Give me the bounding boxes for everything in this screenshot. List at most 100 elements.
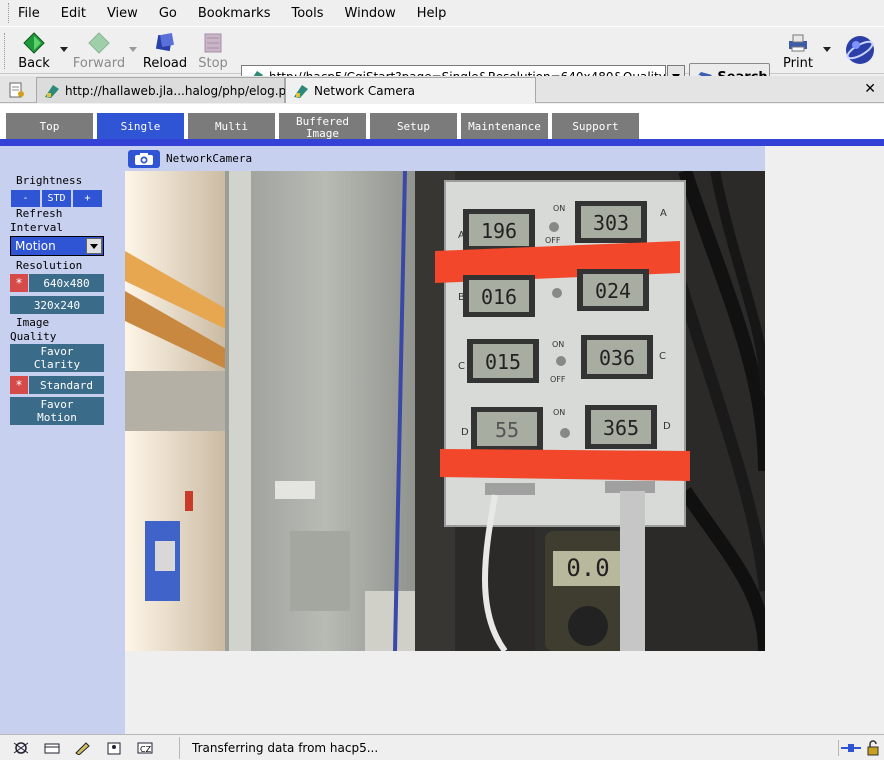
page-icon <box>294 84 308 98</box>
interval-label: Interval <box>10 221 63 234</box>
print-button[interactable]: Print <box>781 31 815 71</box>
meter-a-left: 196 <box>481 219 517 243</box>
forward-button[interactable]: Forward <box>72 31 126 71</box>
res-320-label: 320x240 <box>33 298 81 312</box>
tab-multi[interactable]: Multi <box>188 113 275 140</box>
print-options-arrow[interactable] <box>823 47 831 52</box>
back-history-arrow[interactable] <box>60 47 68 52</box>
back-icon <box>23 32 45 54</box>
security-lock-icon[interactable] <box>864 740 882 756</box>
meter-b-right: 024 <box>595 279 631 303</box>
tab-network-camera[interactable]: Network Camera <box>285 77 536 103</box>
favor-motion-button[interactable]: Favor Motion <box>10 397 104 425</box>
brightness-plus-button[interactable]: + <box>73 190 102 207</box>
chat-icon[interactable]: CZ <box>136 740 154 756</box>
plus-label: + <box>84 193 91 204</box>
menu-go[interactable]: Go <box>159 6 177 21</box>
print-label: Print <box>783 56 813 71</box>
resolution-640-button[interactable]: 640x480 <box>29 274 104 292</box>
standard-label: Standard <box>40 378 93 392</box>
close-tab-icon[interactable]: ✕ <box>864 81 876 97</box>
reload-button[interactable]: Reload <box>143 31 187 71</box>
toolbar-grip <box>4 33 8 69</box>
row-c-label-right: C <box>659 351 666 362</box>
tab-top[interactable]: Top <box>6 113 93 140</box>
menu-help[interactable]: Help <box>417 6 447 21</box>
brightness-minus-button[interactable]: - <box>11 190 40 207</box>
menu-grip <box>8 3 12 23</box>
favor-clarity-label-2: Clarity <box>33 358 81 371</box>
tab-support-label: Support <box>572 119 619 133</box>
forward-history-arrow[interactable] <box>129 47 137 52</box>
tab-setup-label: Setup <box>396 119 431 133</box>
selected-marker: * <box>10 274 28 292</box>
reload-label: Reload <box>142 56 188 71</box>
switch-d-on: ON <box>553 408 565 417</box>
quality-label: Quality <box>10 330 57 343</box>
standard-quality-button[interactable]: Standard <box>29 376 104 394</box>
stop-icon <box>204 33 222 53</box>
row-a-label-right: A <box>660 208 667 219</box>
multimeter-reading: 0.0 <box>566 554 609 582</box>
back-button[interactable]: Back <box>16 31 52 71</box>
composer-icon[interactable] <box>74 740 92 756</box>
resolution-320-button[interactable]: 320x240 <box>10 296 104 314</box>
std-label: STD <box>47 193 66 204</box>
row-d-label: D <box>461 427 469 438</box>
brightness-label: Brightness <box>16 174 83 187</box>
tab-buffered-image[interactable]: Buffered Image <box>279 113 366 140</box>
below-image-area <box>125 651 765 734</box>
tab-maintenance[interactable]: Maintenance <box>461 113 548 140</box>
menu-edit[interactable]: Edit <box>61 6 86 21</box>
row-c-label: C <box>458 361 465 372</box>
menu-bookmarks[interactable]: Bookmarks <box>198 6 271 21</box>
meter-d-right: 365 <box>603 416 639 440</box>
menu-window[interactable]: Window <box>345 6 396 21</box>
brightness-std-button[interactable]: STD <box>42 190 71 207</box>
tab-single[interactable]: Single <box>97 113 184 140</box>
mail-icon[interactable] <box>43 740 61 756</box>
chevron-down-icon <box>86 238 102 254</box>
navigation-toolbar: Back Forward Reload Stop http://hacp5/Cg… <box>0 26 884 91</box>
refresh-interval-select[interactable]: Motion <box>10 236 104 256</box>
menu-view[interactable]: View <box>107 6 138 21</box>
status-message: Transferring data from hacp5... <box>179 737 378 759</box>
menu-file[interactable]: File <box>18 6 40 21</box>
favor-clarity-label-1: Favor <box>40 345 74 358</box>
tab-bar: http://hallaweb.jla...halog/php/elog.php… <box>0 76 884 103</box>
status-right-icons <box>838 737 882 759</box>
tab-support[interactable]: Support <box>552 113 639 140</box>
meter-a-right: 303 <box>593 211 629 235</box>
meter-d-left: 55 <box>495 418 519 442</box>
tab-setup[interactable]: Setup <box>370 113 457 140</box>
switch-a-off: OFF <box>545 236 561 245</box>
status-text: Transferring data from hacp5... <box>192 741 379 755</box>
navigator-icon[interactable] <box>12 740 30 756</box>
mozilla-throbber-icon[interactable] <box>845 35 875 65</box>
tab-network-camera-label: Network Camera <box>314 83 416 98</box>
forward-label: Forward <box>72 56 126 71</box>
favor-motion-label-1: Favor <box>40 398 74 411</box>
reload-icon <box>155 33 174 52</box>
camera-title: NetworkCamera <box>166 152 253 165</box>
minus-label: - <box>22 193 29 204</box>
resolution-label: Resolution <box>16 259 83 272</box>
camera-live-image[interactable]: 0.0 A A 196 303 ON OFF B 016 024 C C 015… <box>125 171 765 651</box>
tab-multi-label: Multi <box>214 119 249 133</box>
component-bar: CZ <box>4 737 179 759</box>
stop-label: Stop <box>198 56 228 71</box>
tab-elog[interactable]: http://hallaweb.jla...halog/php/elog.php <box>36 77 301 103</box>
control-sidebar: Brightness - STD + Refresh Interval Moti… <box>0 146 125 734</box>
address-book-icon[interactable] <box>105 740 123 756</box>
favor-motion-label-2: Motion <box>37 411 77 424</box>
menu-tools[interactable]: Tools <box>291 6 323 21</box>
favor-clarity-button[interactable]: Favor Clarity <box>10 344 104 372</box>
forward-icon <box>88 32 110 54</box>
selected-marker: * <box>10 376 28 394</box>
page-icon <box>45 84 59 98</box>
stop-button[interactable]: Stop <box>196 31 230 71</box>
new-tab-icon[interactable] <box>8 81 26 99</box>
tab-single-label: Single <box>120 119 161 133</box>
online-status-icon[interactable] <box>838 740 862 756</box>
tab-buffered-label: Buffered Image <box>296 115 349 140</box>
